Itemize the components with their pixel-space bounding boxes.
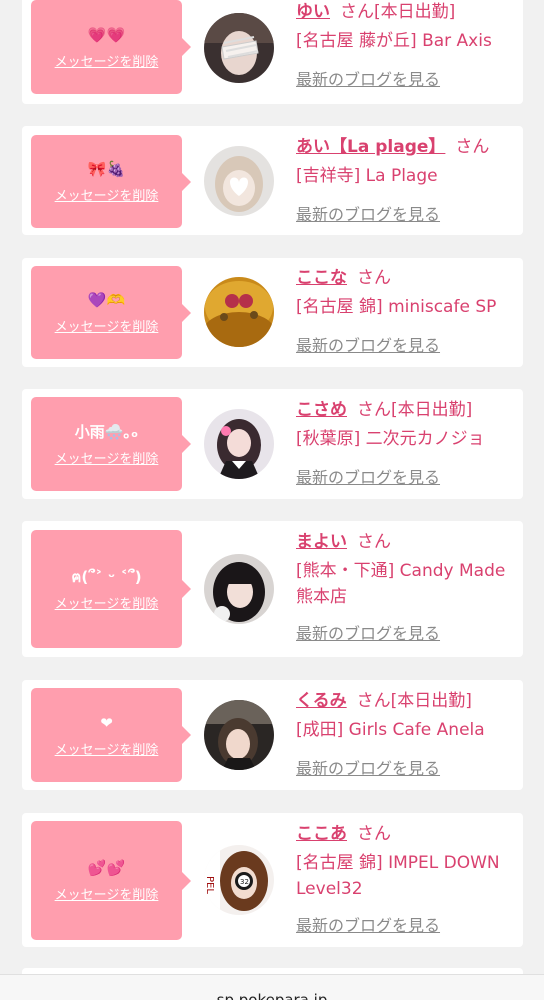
message-text: 💗💗 — [87, 25, 126, 44]
browser-address-bar[interactable]: sp.pokepara.jp — [0, 974, 544, 1000]
shop-name: [名古屋 錦] IMPEL DOWN Level32 — [296, 853, 500, 899]
message-bubble: 💕💕 メッセージを削除 — [31, 821, 191, 940]
honorific: さん — [357, 268, 391, 288]
member-info: ここあ さん [名古屋 錦] IMPEL DOWN Level32 最新のブログを… — [296, 822, 518, 936]
delete-message-link[interactable]: メッセージを削除 — [55, 51, 159, 70]
status-badge: [本日出勤] — [391, 400, 473, 420]
latest-blog-link[interactable]: 最新のブログを見る — [296, 464, 518, 488]
latest-blog-link[interactable]: 最新のブログを見る — [296, 620, 518, 644]
message-text: 小雨🌨️｡ₒ — [74, 422, 139, 441]
honorific: さん — [340, 2, 374, 22]
delete-message-link[interactable]: メッセージを削除 — [55, 185, 159, 204]
honorific: さん — [357, 824, 391, 844]
avatar[interactable]: PEL 32 — [204, 845, 274, 915]
message-bubble: 💜🫶 メッセージを削除 — [31, 266, 191, 359]
member-info: こさめ さん[本日出勤] [秋葉原] 二次元カノジョ 最新のブログを見る — [296, 398, 518, 488]
svg-text:32: 32 — [240, 878, 249, 886]
list-item: 💕💕 メッセージを削除 PEL 32 ここあ さん [名古屋 錦] IMPEL D… — [22, 813, 523, 947]
honorific: さん — [357, 400, 391, 420]
honorific: さん — [357, 532, 391, 552]
member-name-link[interactable]: まよい — [296, 532, 347, 552]
list-item: 💜🫶 メッセージを削除 ここな さん [名古屋 錦] miniscafe SP 最… — [22, 258, 523, 367]
shop-name: [成田] Girls Cafe Anela — [296, 720, 485, 740]
avatar-photo-icon — [204, 277, 274, 347]
member-name-link[interactable]: ゆい — [296, 2, 330, 22]
message-bubble: 💗💗 メッセージを削除 — [31, 0, 191, 94]
avatar-photo-icon: PEL 32 — [204, 845, 274, 915]
avatar-photo-icon — [204, 554, 274, 624]
shop-name: [熊本・下通] Candy Made 熊本店 — [296, 561, 506, 607]
avatar-photo-icon — [204, 13, 274, 83]
member-name-link[interactable]: くるみ — [296, 691, 347, 711]
avatar-photo-icon — [204, 409, 274, 479]
url-text: sp.pokepara.jp — [216, 991, 328, 1000]
avatar-photo-icon — [204, 146, 274, 216]
latest-blog-link[interactable]: 最新のブログを見る — [296, 201, 518, 225]
list-item: 💗💗 メッセージを削除 ゆい さん[本日出勤] [名古屋 藤が丘] Bar Axi… — [22, 0, 523, 104]
shop-name: [吉祥寺] La Plage — [296, 166, 438, 186]
delete-message-link[interactable]: メッセージを削除 — [55, 884, 159, 903]
shop-name: [秋葉原] 二次元カノジョ — [296, 429, 485, 449]
list-item: 🎀🍇 メッセージを削除 あい【La plage】 さん [吉祥寺] La Plag… — [22, 126, 523, 235]
message-text: ❤︎ — [100, 713, 113, 732]
message-bubble: 🎀🍇 メッセージを削除 — [31, 135, 191, 228]
message-text: 💕💕 — [87, 859, 126, 877]
message-text: 💜🫶 — [87, 291, 126, 309]
message-bubble: ❤︎ メッセージを削除 — [31, 688, 191, 782]
member-info: まよい さん [熊本・下通] Candy Made 熊本店 最新のブログを見る — [296, 530, 518, 644]
latest-blog-link[interactable]: 最新のブログを見る — [296, 755, 518, 779]
member-info: あい【La plage】 さん [吉祥寺] La Plage 最新のブログを見る — [296, 135, 518, 225]
member-name-link[interactable]: こさめ — [296, 400, 347, 420]
latest-blog-link[interactable]: 最新のブログを見る — [296, 332, 518, 356]
member-name-link[interactable]: あい【La plage】 — [296, 137, 445, 157]
member-name-link[interactable]: ここな — [296, 268, 347, 288]
delete-message-link[interactable]: メッセージを削除 — [55, 448, 159, 467]
member-info: ゆい さん[本日出勤] [名古屋 藤が丘] Bar Axis 最新のブログを見る — [296, 0, 518, 90]
status-badge: [本日出勤] — [390, 691, 472, 711]
message-text: ฅ(՞˃ ᵕ ˂՞) — [71, 567, 142, 586]
avatar[interactable] — [204, 13, 274, 83]
avatar[interactable] — [204, 409, 274, 479]
message-text: 🎀🍇 — [87, 160, 126, 178]
delete-message-link[interactable]: メッセージを削除 — [55, 316, 159, 335]
member-info: くるみ さん[本日出勤] [成田] Girls Cafe Anela 最新のブログ… — [296, 689, 518, 779]
message-bubble: ฅ(՞˃ ᵕ ˂՞) メッセージを削除 — [31, 530, 191, 648]
delete-message-link[interactable]: メッセージを削除 — [55, 593, 159, 612]
avatar-photo-icon — [204, 700, 274, 770]
shop-name: [名古屋 錦] miniscafe SP — [296, 297, 497, 317]
member-info: ここな さん [名古屋 錦] miniscafe SP 最新のブログを見る — [296, 266, 518, 356]
avatar[interactable] — [204, 700, 274, 770]
svg-text:PEL: PEL — [204, 876, 215, 894]
status-badge: [本日出勤] — [374, 2, 456, 22]
honorific: さん — [356, 691, 391, 711]
latest-blog-link[interactable]: 最新のブログを見る — [296, 66, 518, 90]
latest-blog-link[interactable]: 最新のブログを見る — [296, 912, 518, 936]
avatar[interactable] — [204, 554, 274, 624]
list-item: 小雨🌨️｡ₒ メッセージを削除 こさめ さん[本日出勤] [秋葉原] 二次元カノジ… — [22, 389, 523, 499]
message-bubble: 小雨🌨️｡ₒ メッセージを削除 — [31, 397, 191, 491]
list-item: ฅ(՞˃ ᵕ ˂՞) メッセージを削除 まよい さん [熊本・下通] Candy … — [22, 521, 523, 657]
shop-name: [名古屋 藤が丘] Bar Axis — [296, 31, 492, 51]
honorific: さん — [455, 137, 490, 157]
avatar[interactable] — [204, 146, 274, 216]
list-item: ❤︎ メッセージを削除 くるみ さん[本日出勤] [成田] Girls Cafe … — [22, 680, 523, 790]
avatar[interactable] — [204, 277, 274, 347]
delete-message-link[interactable]: メッセージを削除 — [55, 739, 159, 758]
member-name-link[interactable]: ここあ — [296, 824, 347, 844]
